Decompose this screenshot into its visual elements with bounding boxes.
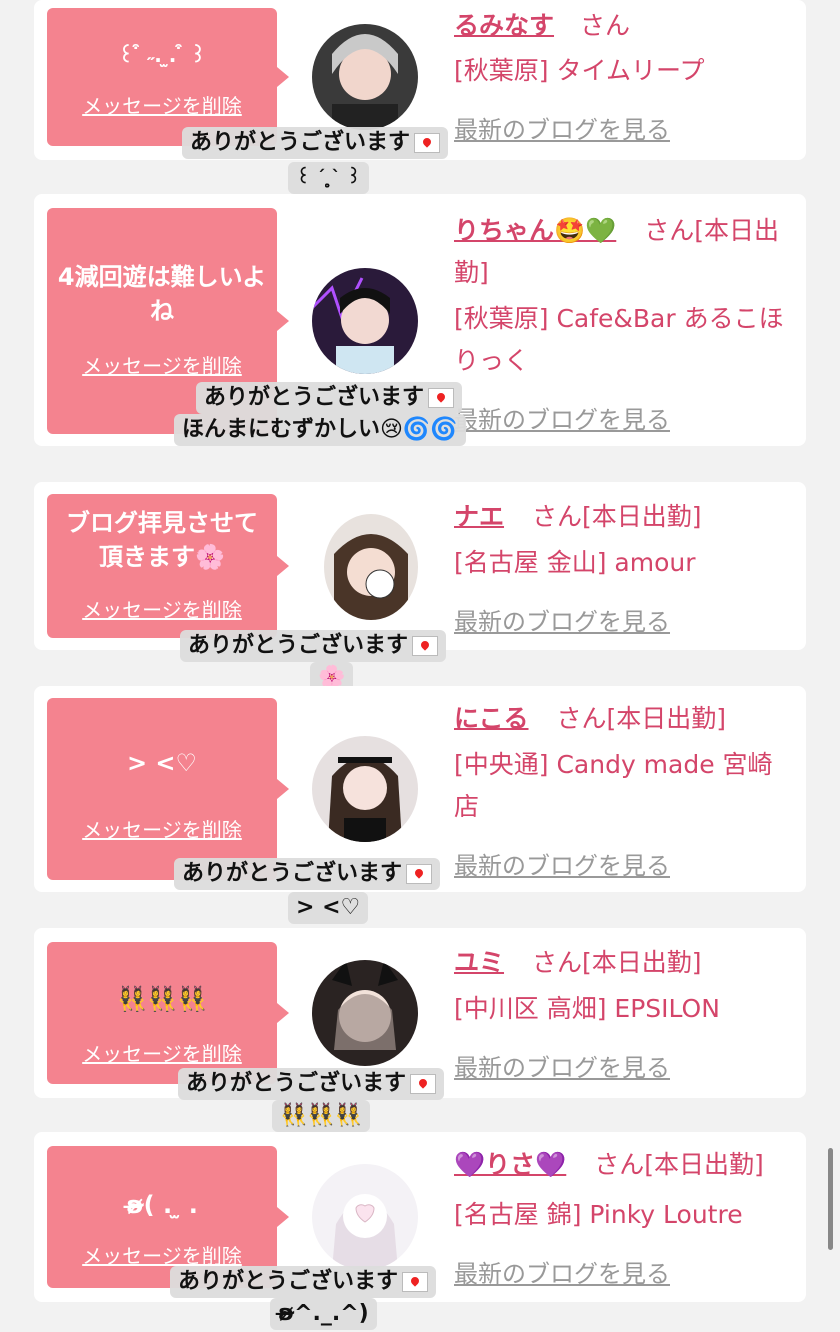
reply-caption-line2: 👯‍♀️👯‍♀️👯‍♀️ — [272, 1100, 371, 1132]
reply-caption: ありがとうございます — [178, 1068, 445, 1100]
girl-name-link[interactable]: るみなす — [454, 11, 554, 40]
shop-name: [中川区 高畑] EPSILON — [454, 994, 720, 1023]
message-bubble: ꒰ ͒ ˶. ̫. ͒ ꒱ メッセージを削除 — [47, 8, 289, 146]
reply-caption-line2: > <♡ — [288, 892, 369, 924]
reply-caption-line2: ほんまにむずかしい😢🌀🌀 — [174, 414, 466, 446]
reply-text: 👯‍♀️👯‍♀️👯‍♀️ — [280, 1103, 363, 1128]
scrollbar[interactable] — [828, 1148, 833, 1250]
suffix: さん[本日出勤] — [556, 704, 726, 733]
message-text: ブログ拝見させて頂きます🌸 — [66, 509, 258, 571]
avatar[interactable] — [312, 268, 418, 374]
reply-text: ほんまにむずかしい😢🌀🌀 — [182, 417, 458, 442]
girl-info: りちゃん🤩💚 さん[本日出勤] [秋葉原] Cafe&Bar あるこほりっく 最… — [454, 210, 792, 434]
love-letter-icon — [402, 1272, 429, 1292]
name-row: ナエ さん[本日出勤] — [454, 498, 792, 536]
thanks-text: ありがとうございます — [204, 385, 425, 410]
girl-info: 💜りさ💜 さん[本日出勤] [名古屋 錦] Pinky Loutre 最新のブロ… — [454, 1146, 792, 1288]
message-card: ブログ拝見させて頂きます🌸 メッセージを削除 ナエ さん[本日出勤] [名古屋 … — [34, 482, 806, 650]
thanks-text: ありがとうございます — [190, 130, 411, 155]
reply-caption-line2: ꒰ ˊ ̥̥̥̥̥̥̥̥̥̥̥̥̥̥̥̥̥ˋ ꒱ — [288, 162, 369, 194]
love-letter-icon — [428, 388, 455, 408]
message-bubble: 👯‍♀️👯‍♀️👯‍♀️ メッセージを削除 — [47, 942, 289, 1084]
message-text: 4減回遊は難しいよね — [57, 263, 267, 325]
name-row: 💜りさ💜 さん[本日出勤] — [454, 1146, 792, 1184]
suffix: さん[本日出勤] — [531, 502, 702, 531]
reply-caption: ありがとうございます — [182, 127, 449, 159]
reply-caption: ありがとうございます — [180, 630, 447, 662]
latest-blog-link[interactable]: 最新のブログを見る — [454, 1254, 670, 1289]
girl-name-link[interactable]: ユミ — [454, 948, 504, 977]
love-letter-icon — [414, 133, 441, 153]
message-bubble: ブログ拝見させて頂きます🌸 メッセージを削除 — [47, 494, 289, 638]
delete-message-link[interactable]: メッセージを削除 — [47, 594, 277, 623]
girl-name-link[interactable]: りちゃん🤩💚 — [454, 216, 616, 245]
latest-blog-link[interactable]: 最新のブログを見る — [454, 400, 670, 435]
message-text: ʚ̴̶̷( . ̫ . — [126, 1191, 198, 1219]
reply-caption-line2: ʚ̴̶̷^._.^) — [270, 1298, 377, 1330]
love-letter-icon — [412, 636, 439, 656]
shop-name: [秋葉原] タイムリープ — [454, 56, 705, 85]
girl-info: ユミ さん[本日出勤] [中川区 高畑] EPSILON 最新のブログを見る — [454, 944, 792, 1082]
message-text: > <♡ — [126, 749, 198, 777]
reply-text: ꒰ ˊ ̥̥̥̥̥̥̥̥̥̥̥̥̥̥̥̥̥ˋ ꒱ — [296, 167, 361, 188]
delete-message-link[interactable]: メッセージを削除 — [47, 1240, 277, 1269]
name-row: りちゃん🤩💚 さん[本日出勤] — [454, 210, 792, 294]
avatar[interactable] — [324, 514, 418, 620]
shop-name: [名古屋 錦] Pinky Loutre — [454, 1200, 743, 1229]
delete-message-link[interactable]: メッセージを削除 — [47, 1038, 277, 1067]
thanks-text: ありがとうございます — [188, 633, 409, 658]
girl-info: ナエ さん[本日出勤] [名古屋 金山] amour 最新のブログを見る — [454, 498, 792, 636]
delete-message-link[interactable]: メッセージを削除 — [47, 350, 277, 379]
message-text: 👯‍♀️👯‍♀️👯‍♀️ — [117, 985, 207, 1013]
girl-name-link[interactable]: ナエ — [454, 502, 504, 531]
shop-name: [秋葉原] Cafe&Bar あるこほりっく — [454, 304, 784, 375]
girl-name-link[interactable]: 💜りさ💜 — [454, 1150, 566, 1179]
shop-name: [中央通] Candy made 宮崎店 — [454, 750, 773, 821]
latest-blog-link[interactable]: 最新のブログを見る — [454, 1048, 670, 1083]
reply-caption: ありがとうございます — [174, 858, 441, 890]
name-row: にこる さん[本日出勤] — [454, 700, 792, 738]
latest-blog-link[interactable]: 最新のブログを見る — [454, 846, 670, 881]
avatar[interactable] — [312, 960, 418, 1066]
thanks-text: ありがとうございます — [186, 1071, 407, 1096]
name-row: ユミ さん[本日出勤] — [454, 944, 792, 982]
girl-info: にこる さん[本日出勤] [中央通] Candy made 宮崎店 最新のブログ… — [454, 700, 792, 880]
suffix: さん[本日出勤] — [531, 948, 702, 977]
avatar[interactable] — [312, 24, 418, 130]
name-row: るみなす さん — [454, 8, 792, 44]
suffix: さん — [579, 11, 630, 40]
girl-name-link[interactable]: にこる — [454, 704, 529, 733]
reply-text: ʚ̴̶̷^._.^) — [278, 1301, 369, 1326]
delete-message-link[interactable]: メッセージを削除 — [47, 814, 277, 843]
love-letter-icon — [410, 1074, 437, 1094]
avatar[interactable] — [312, 736, 418, 842]
thanks-text: ありがとうございます — [182, 861, 403, 886]
suffix: さん[本日出勤] — [594, 1150, 764, 1179]
latest-blog-link[interactable]: 最新のブログを見る — [454, 602, 670, 637]
girl-info: るみなす さん [秋葉原] タイムリープ 最新のブログを見る — [454, 8, 792, 144]
reply-caption: ありがとうございます — [196, 382, 463, 414]
reply-text: > <♡ — [296, 895, 361, 920]
message-text: ꒰ ͒ ˶. ̫. ͒ ꒱ — [118, 43, 206, 67]
avatar[interactable] — [312, 1164, 418, 1270]
love-letter-icon — [406, 864, 433, 884]
latest-blog-link[interactable]: 最新のブログを見る — [454, 110, 670, 145]
thanks-text: ありがとうございます — [178, 1269, 399, 1294]
message-bubble: > <♡ メッセージを削除 — [47, 698, 289, 880]
shop-name: [名古屋 金山] amour — [454, 548, 696, 577]
reply-caption: ありがとうございます — [170, 1266, 437, 1298]
delete-message-link[interactable]: メッセージを削除 — [47, 90, 277, 119]
